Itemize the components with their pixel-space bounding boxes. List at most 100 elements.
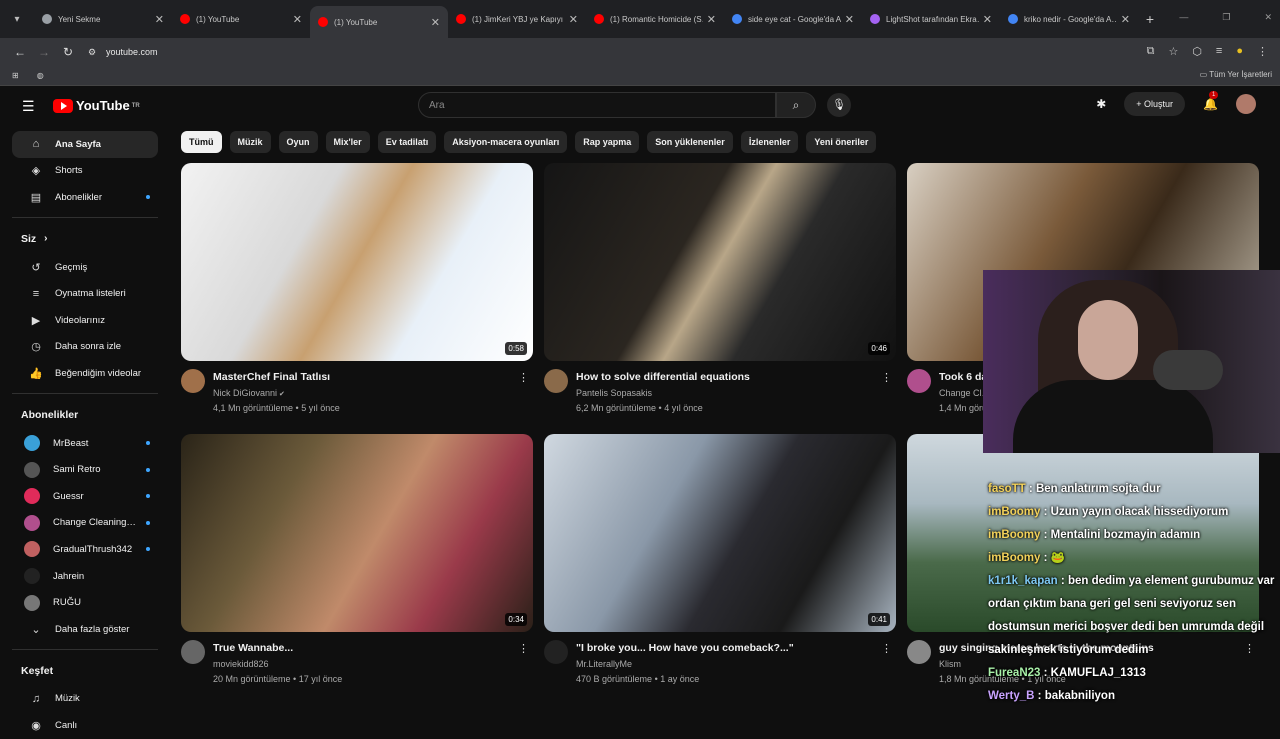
url-field[interactable]: youtube.com: [106, 47, 158, 57]
restore-icon[interactable]: ❐: [1222, 12, 1230, 23]
video-card[interactable]: 0:34 True Wannabe... moviekidd826 20 Mn gör…: [181, 434, 533, 700]
account-avatar[interactable]: [1236, 94, 1256, 114]
channel-avatar[interactable]: [907, 640, 931, 664]
browser-tab[interactable]: Yeni Sekme ✕: [34, 0, 172, 38]
channel-avatar[interactable]: [544, 369, 568, 393]
sidebar-subscription[interactable]: Change Cleaning…: [12, 510, 158, 537]
video-card[interactable]: 0:46 How to solve differential equations P…: [544, 163, 896, 429]
filter-chip[interactable]: Ev tadilatı: [377, 131, 437, 153]
media-icon[interactable]: ≡: [1216, 45, 1222, 58]
sidebar-item[interactable]: ▶ Videolarınız: [12, 307, 158, 334]
video-thumbnail[interactable]: 0:46: [544, 163, 896, 361]
filter-chip[interactable]: Mix'ler: [325, 131, 370, 153]
close-tab-icon[interactable]: ✕: [845, 13, 854, 26]
filter-chip[interactable]: Rap yapma: [575, 131, 640, 153]
browser-tab[interactable]: LightShot tarafından Ekra… ✕: [862, 0, 1000, 38]
channel-name[interactable]: Klism: [939, 659, 961, 669]
browser-tab[interactable]: (1) YouTube ✕: [310, 6, 448, 38]
install-app-icon[interactable]: ⧉: [1147, 45, 1155, 58]
channel-avatar[interactable]: [907, 369, 931, 393]
chrome-icon[interactable]: ◍: [37, 71, 44, 80]
browser-tab[interactable]: (1) Romantic Homicide (S… ✕: [586, 0, 724, 38]
sidebar-item[interactable]: ↺ Geçmiş: [12, 254, 158, 281]
channel-avatar[interactable]: [544, 640, 568, 664]
sidebar-show-more[interactable]: ⌄ Daha fazla göster: [12, 616, 158, 643]
video-thumbnail[interactable]: 0:58: [181, 163, 533, 361]
voice-search-icon[interactable]: 🎙: [827, 93, 851, 117]
close-tab-icon[interactable]: ✕: [293, 13, 302, 26]
channel-name[interactable]: Nick DiGiovanni ✔: [213, 388, 285, 398]
filter-chip[interactable]: İzlenenler: [740, 131, 799, 153]
filter-chip[interactable]: Müzik: [229, 131, 271, 153]
extensions-icon[interactable]: ⬡: [1192, 45, 1202, 58]
bookmark-star-icon[interactable]: ☆: [1168, 45, 1178, 58]
filter-chip[interactable]: Oyun: [278, 131, 318, 153]
filter-chip[interactable]: Tümü: [181, 131, 222, 153]
back-icon[interactable]: ←: [8, 45, 32, 59]
close-tab-icon[interactable]: ✕: [431, 16, 440, 29]
minimize-icon[interactable]: —: [1179, 12, 1188, 23]
more-options-icon[interactable]: ⋮: [518, 371, 529, 384]
filter-chip[interactable]: Yeni öneriler: [806, 131, 877, 153]
apps-icon[interactable]: ⊞: [12, 71, 19, 80]
search-input[interactable]: Ara: [418, 92, 776, 118]
close-tab-icon[interactable]: ✕: [707, 13, 716, 26]
channel-name[interactable]: Pantelis Sopasakis: [576, 388, 652, 398]
video-title[interactable]: "I broke you... How have you comeback?..…: [576, 642, 794, 654]
close-window-icon[interactable]: ✕: [1264, 12, 1272, 23]
more-options-icon[interactable]: ⋮: [518, 642, 529, 655]
video-title[interactable]: MasterChef Final Tatlısı: [213, 371, 330, 383]
channel-avatar[interactable]: [181, 369, 205, 393]
youtube-logo[interactable]: YouTube TR: [53, 98, 140, 113]
filter-chip[interactable]: Son yüklenenler: [647, 131, 733, 153]
video-title[interactable]: True Wannabe...: [213, 642, 293, 654]
sidebar-item[interactable]: ▤ Abonelikler: [12, 184, 158, 211]
sidebar-you-heading[interactable]: Siz ›: [0, 224, 170, 254]
browser-tab[interactable]: kriko nedir - Google'da A… ✕: [1000, 0, 1138, 38]
create-button[interactable]: + Oluştur: [1124, 92, 1186, 116]
sidebar-item[interactable]: ♫ Müzik: [12, 686, 158, 713]
sidebar-subscription[interactable]: RUĞU: [12, 589, 158, 616]
sidebar-subscription[interactable]: Jahrein: [12, 563, 158, 590]
video-title[interactable]: How to solve differential equations: [576, 371, 750, 383]
forward-icon[interactable]: →: [32, 45, 56, 59]
sidebar-item[interactable]: ◈ Shorts: [12, 158, 158, 185]
sidebar-subscription[interactable]: MrBeast: [12, 430, 158, 457]
sidebar-item[interactable]: ⌂ Ana Sayfa: [12, 131, 158, 158]
menu-icon[interactable]: ⋮: [1257, 45, 1268, 58]
more-options-icon[interactable]: ⋮: [881, 642, 892, 655]
filter-chip[interactable]: Aksiyon-macera oyunları: [444, 131, 568, 153]
reload-icon[interactable]: ↻: [56, 45, 80, 59]
sidebar-item[interactable]: ◷ Daha sonra izle: [12, 334, 158, 361]
cast-icon[interactable]: ✱: [1096, 97, 1106, 111]
sidebar-subscription[interactable]: GradualThrush342: [12, 536, 158, 563]
video-card[interactable]: 0:58 MasterChef Final Tatlısı Nick DiGiova…: [181, 163, 533, 429]
tab-search-icon[interactable]: ▾: [0, 0, 34, 38]
channel-name[interactable]: Mr.LiterallyMe: [576, 659, 632, 669]
video-thumbnail[interactable]: 0:34: [181, 434, 533, 632]
more-options-icon[interactable]: ⋮: [881, 371, 892, 384]
close-tab-icon[interactable]: ✕: [983, 13, 992, 26]
video-card[interactable]: 0:41 "I broke you... How have you comebac…: [544, 434, 896, 700]
browser-tab[interactable]: side eye cat - Google'da A… ✕: [724, 0, 862, 38]
sidebar-item[interactable]: 👍 Beğendiğim videolar: [12, 360, 158, 387]
profile-icon[interactable]: ●: [1236, 45, 1243, 58]
hamburger-menu-icon[interactable]: ☰: [22, 98, 35, 115]
browser-tab[interactable]: (1) YouTube ✕: [172, 0, 310, 38]
sidebar-item[interactable]: ≡ Oynatma listeleri: [12, 280, 158, 307]
channel-name[interactable]: moviekidd826: [213, 659, 269, 669]
sidebar-item[interactable]: ◉ Canlı: [12, 712, 158, 739]
search-button[interactable]: ⌕: [776, 92, 816, 118]
all-bookmarks[interactable]: ▭ Tüm Yer İşaretleri: [1200, 70, 1272, 79]
sidebar-subscription[interactable]: Sami Retro: [12, 456, 158, 483]
sidebar-subscription[interactable]: Guessr: [12, 483, 158, 510]
new-tab-button[interactable]: +: [1138, 11, 1162, 27]
browser-tab[interactable]: (1) JimKeri YBJ ye Kapıyı G… ✕: [448, 0, 586, 38]
close-tab-icon[interactable]: ✕: [155, 13, 164, 26]
channel-avatar[interactable]: [181, 640, 205, 664]
site-info-icon[interactable]: ⚙: [80, 47, 104, 58]
close-tab-icon[interactable]: ✕: [569, 13, 578, 26]
video-thumbnail[interactable]: 0:41: [544, 434, 896, 632]
close-tab-icon[interactable]: ✕: [1121, 13, 1130, 26]
notifications-icon[interactable]: 🔔 1: [1203, 91, 1219, 111]
